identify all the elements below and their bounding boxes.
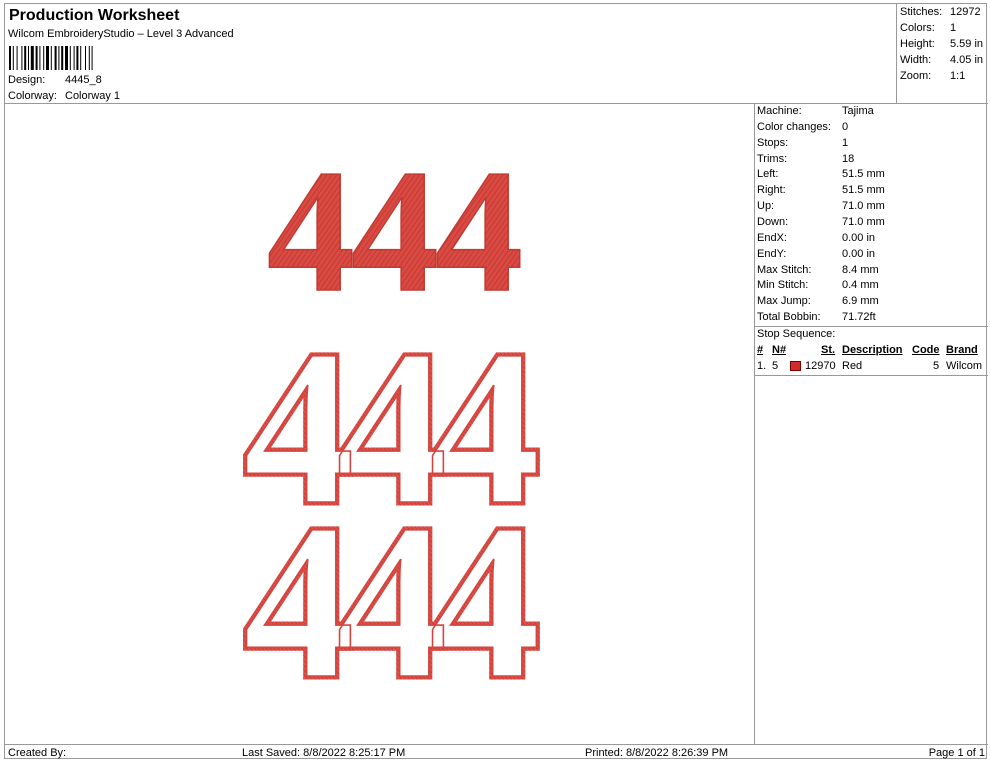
barcode-icon (9, 46, 93, 70)
info-endx: EndX: 0.00 in (757, 232, 876, 244)
worksheet-footer: Created By: Last Saved: 8/8/2022 8:25:17… (5, 744, 988, 760)
stat-stitches: Stitches: 12972 (900, 6, 981, 18)
info-down: Down: 71.0 mm (757, 216, 885, 228)
design-value: 4445_8 (65, 74, 102, 86)
info-right: Right: 51.5 mm (757, 184, 885, 196)
design-row-1: 444 (267, 134, 520, 329)
col-header-n: N# (772, 344, 787, 356)
software-subtitle: Wilcom EmbroideryStudio – Level 3 Advanc… (8, 28, 234, 40)
design-row-3-inner: 444 (244, 479, 537, 725)
divider (755, 326, 988, 327)
row-description: Red (842, 360, 863, 372)
table-divider (755, 375, 988, 376)
info-stops: Stops: 1 (757, 137, 849, 149)
design-label: Design: (8, 74, 46, 86)
created-by: Created By: (8, 747, 67, 759)
col-header-code: Code (912, 344, 940, 356)
col-header-num: # (757, 344, 764, 356)
colorway-value: Colorway 1 (65, 90, 121, 102)
worksheet-header: Production Worksheet Wilcom EmbroiderySt… (5, 4, 896, 104)
stats-box: Stitches: 12972 Colors: 1 Height: 5.59 in W… (896, 4, 988, 104)
row-brand: Wilcom (946, 360, 983, 372)
colorway-row: Colorway: Colorway 1 (8, 90, 120, 102)
row-needle: 5 (772, 360, 779, 372)
col-header-st: St. (821, 344, 836, 356)
row-code: 5 (933, 360, 940, 372)
embroidery-design: 444 444 444 444 444 (240, 133, 558, 728)
stat-colors: Colors: 1 (900, 22, 957, 34)
design-preview: 444 444 444 444 444 (5, 104, 754, 745)
info-up: Up: 71.0 mm (757, 200, 885, 212)
stat-width: Width: 4.05 in (900, 54, 984, 66)
colorway-label: Colorway: (8, 90, 57, 102)
info-min-stitch: Min Stitch: 0.4 mm (757, 279, 879, 291)
info-endy: EndY: 0.00 in (757, 248, 876, 260)
design-row: Design: 4445_8 (8, 74, 102, 86)
info-total-bobbin: Total Bobbin: 71.72ft (757, 311, 876, 323)
info-max-stitch: Max Stitch: 8.4 mm (757, 264, 879, 276)
stop-sequence-label: Stop Sequence: (757, 328, 836, 340)
info-color-changes: Color changes: 0 (757, 121, 849, 133)
worksheet: Production Worksheet Wilcom EmbroiderySt… (4, 3, 988, 760)
info-max-jump: Max Jump: 6.9 mm (757, 295, 879, 307)
stat-zoom: Zoom: 1:1 (900, 70, 966, 82)
machine-info-panel: Machine: Tajima Color changes: 0 Stops: 1 T… (754, 104, 988, 745)
printed-date: Printed: 8/8/2022 8:26:39 PM (585, 747, 729, 759)
page-number: Page 1 of 1 (928, 747, 985, 759)
last-saved: Last Saved: 8/8/2022 8:25:17 PM (242, 747, 406, 759)
color-swatch (790, 361, 801, 371)
page-title: Production Worksheet (9, 7, 180, 24)
col-header-description: Description (842, 344, 903, 356)
info-machine: Machine: Tajima (757, 105, 874, 117)
info-trims: Trims: 18 (757, 153, 855, 165)
row-stitches: 12970 (805, 360, 836, 372)
col-header-brand: Brand (946, 344, 978, 356)
row-num: 1. (757, 360, 767, 372)
info-left: Left: 51.5 mm (757, 168, 885, 180)
stat-height: Height: 5.59 in (900, 38, 984, 50)
